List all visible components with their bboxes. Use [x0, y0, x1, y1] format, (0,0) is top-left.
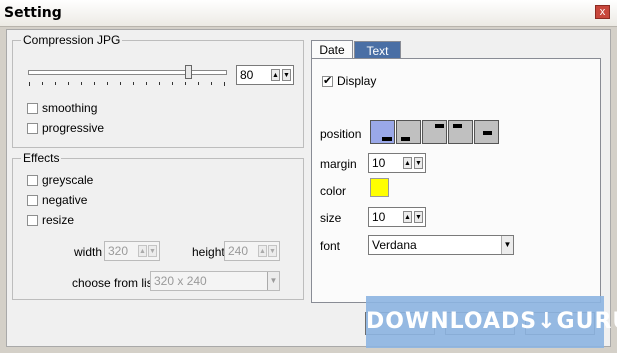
size-spinbox[interactable]: 10 ▲ ▼: [368, 207, 426, 227]
quality-slider-track[interactable]: [28, 70, 227, 75]
size-preset-value: 320 x 240: [154, 274, 207, 288]
spin-up-icon[interactable]: ▲: [258, 245, 267, 257]
color-label: color: [320, 184, 347, 198]
spin-down-icon[interactable]: ▼: [282, 69, 291, 81]
effects-group-label: Effects: [21, 151, 62, 165]
font-value: Verdana: [372, 238, 417, 252]
watermark-banner: DOWNLOADS↓GURU: [366, 296, 617, 348]
tab-text[interactable]: Text: [354, 41, 401, 59]
height-label: height: [192, 245, 225, 259]
height-value: 240: [228, 244, 249, 258]
position-center-button[interactable]: [474, 120, 499, 144]
greyscale-checkbox[interactable]: [27, 175, 38, 186]
width-value: 320: [108, 244, 129, 258]
spin-up-icon[interactable]: ▲: [403, 157, 412, 169]
chevron-down-icon[interactable]: ▼: [267, 272, 279, 290]
display-checkbox[interactable]: [322, 74, 333, 87]
progressive-label: progressive: [42, 121, 105, 135]
display-label: Display: [337, 74, 377, 88]
close-button[interactable]: x: [595, 5, 610, 19]
margin-spinbox[interactable]: 10 ▲ ▼: [368, 153, 426, 173]
margin-label: margin: [320, 157, 357, 171]
date-tab-panel: Display position margin 10 ▲ ▼ color siz…: [311, 58, 601, 303]
compression-group-label: Compression JPG: [21, 33, 123, 47]
effects-group: Effects greyscale negative resize width …: [12, 151, 304, 300]
negative-label: negative: [42, 193, 88, 207]
spin-down-icon[interactable]: ▼: [268, 245, 277, 257]
quality-slider-ticks: [29, 82, 226, 86]
width-label: width: [74, 245, 103, 259]
tab-date-label: Date: [319, 43, 345, 57]
size-label: size: [320, 211, 342, 225]
chevron-down-icon[interactable]: ▼: [501, 236, 513, 254]
color-swatch[interactable]: [370, 178, 389, 197]
close-icon: x: [599, 6, 606, 18]
quality-slider-thumb[interactable]: [185, 65, 192, 79]
greyscale-label: greyscale: [42, 173, 94, 187]
title-bar: Setting x: [0, 0, 617, 27]
tab-date[interactable]: Date: [311, 40, 353, 59]
quality-spinbox[interactable]: 80 ▲ ▼: [236, 65, 294, 85]
spin-up-icon[interactable]: ▲: [271, 69, 280, 81]
resize-label: resize: [42, 213, 75, 227]
compression-group: Compression JPG 80 ▲ ▼ smoothing progres…: [12, 33, 304, 148]
height-spinbox[interactable]: 240 ▲ ▼: [224, 241, 280, 261]
tab-text-label: Text: [366, 44, 389, 58]
progressive-checkbox[interactable]: [27, 123, 38, 134]
spin-up-icon[interactable]: ▲: [138, 245, 147, 257]
position-top-left-button[interactable]: [448, 120, 473, 144]
font-select[interactable]: Verdana ▼: [368, 235, 514, 255]
smoothing-checkbox[interactable]: [27, 103, 38, 114]
font-label: font: [320, 239, 341, 253]
position-bottom-left-button[interactable]: [370, 120, 395, 144]
quality-value: 80: [240, 68, 254, 82]
size-preset-select[interactable]: 320 x 240 ▼: [150, 271, 280, 291]
spin-down-icon[interactable]: ▼: [148, 245, 157, 257]
resize-checkbox[interactable]: [27, 215, 38, 226]
position-top-right-button[interactable]: [422, 120, 447, 144]
margin-value: 10: [372, 156, 386, 170]
position-bottom-right-button[interactable]: [396, 120, 421, 144]
spin-down-icon[interactable]: ▼: [414, 211, 423, 223]
window-title: Setting: [4, 5, 62, 21]
negative-checkbox[interactable]: [27, 195, 38, 206]
size-value: 10: [372, 210, 386, 224]
width-spinbox[interactable]: 320 ▲ ▼: [104, 241, 160, 261]
spin-up-icon[interactable]: ▲: [403, 211, 412, 223]
position-label: position: [320, 127, 362, 141]
choose-from-list-label: choose from list: [72, 276, 157, 290]
smoothing-label: smoothing: [42, 101, 98, 115]
spin-down-icon[interactable]: ▼: [414, 157, 423, 169]
